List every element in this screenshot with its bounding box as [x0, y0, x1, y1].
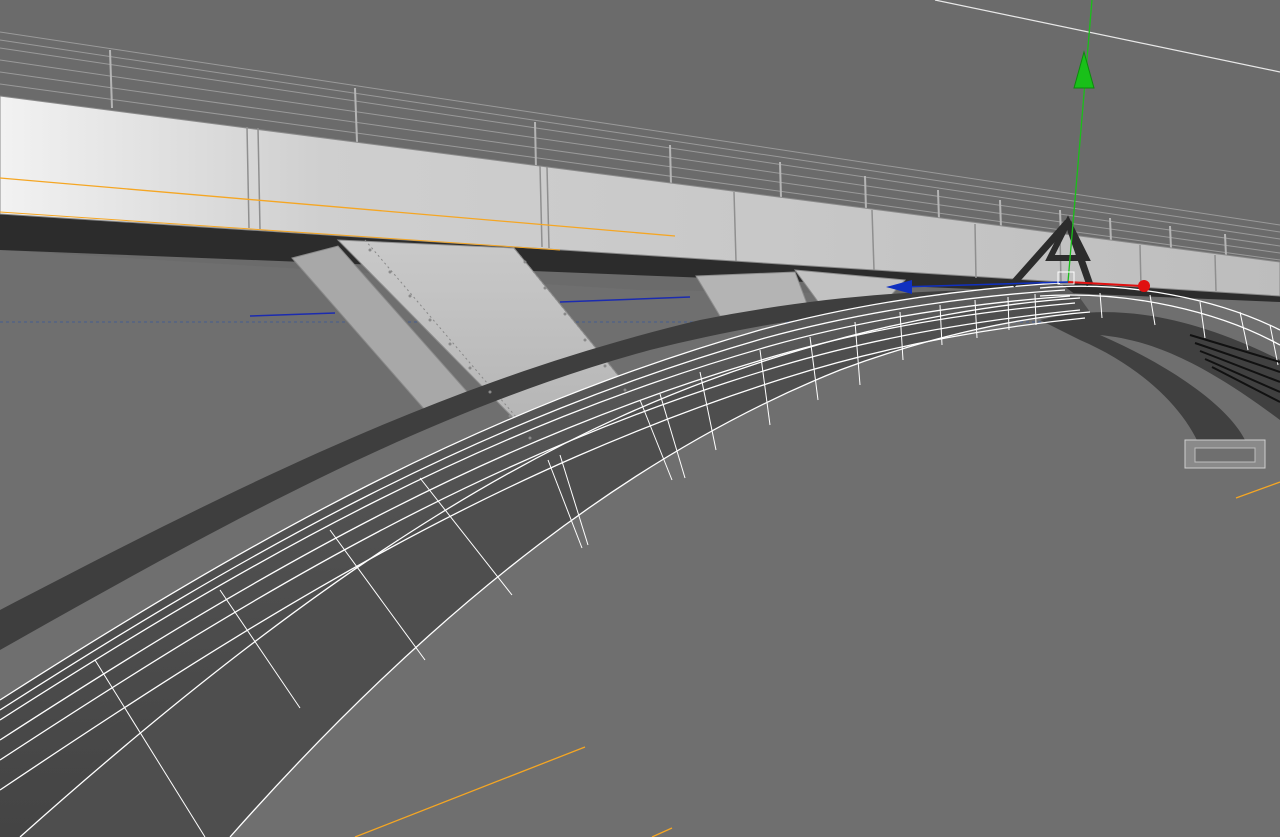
- arch-bearing-inner: [1194, 447, 1256, 463]
- viewport-scene[interactable]: [0, 0, 1280, 837]
- 3d-viewport[interactable]: [0, 0, 1280, 837]
- sphere-handle-icon[interactable]: [1138, 280, 1150, 292]
